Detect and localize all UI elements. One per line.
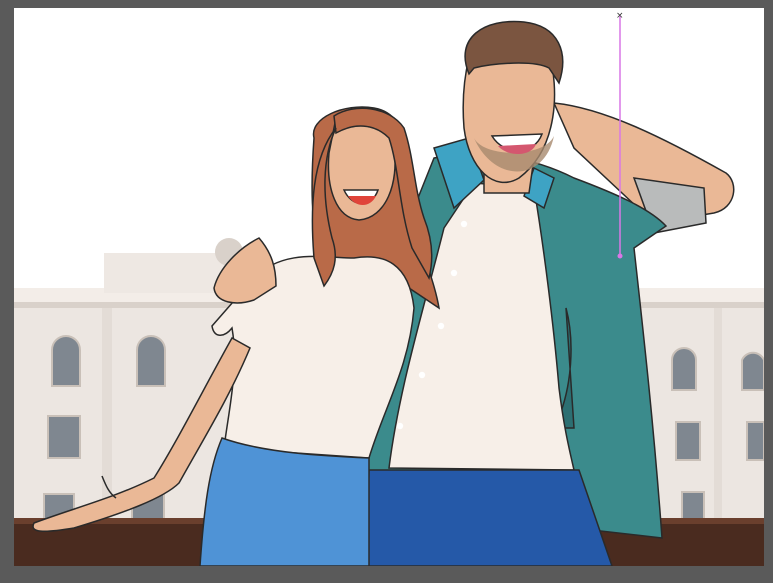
app-background: × (0, 0, 773, 583)
svg-text:×: × (616, 11, 624, 21)
illustration: × (14, 11, 764, 566)
artboard-canvas[interactable]: × (14, 8, 764, 566)
